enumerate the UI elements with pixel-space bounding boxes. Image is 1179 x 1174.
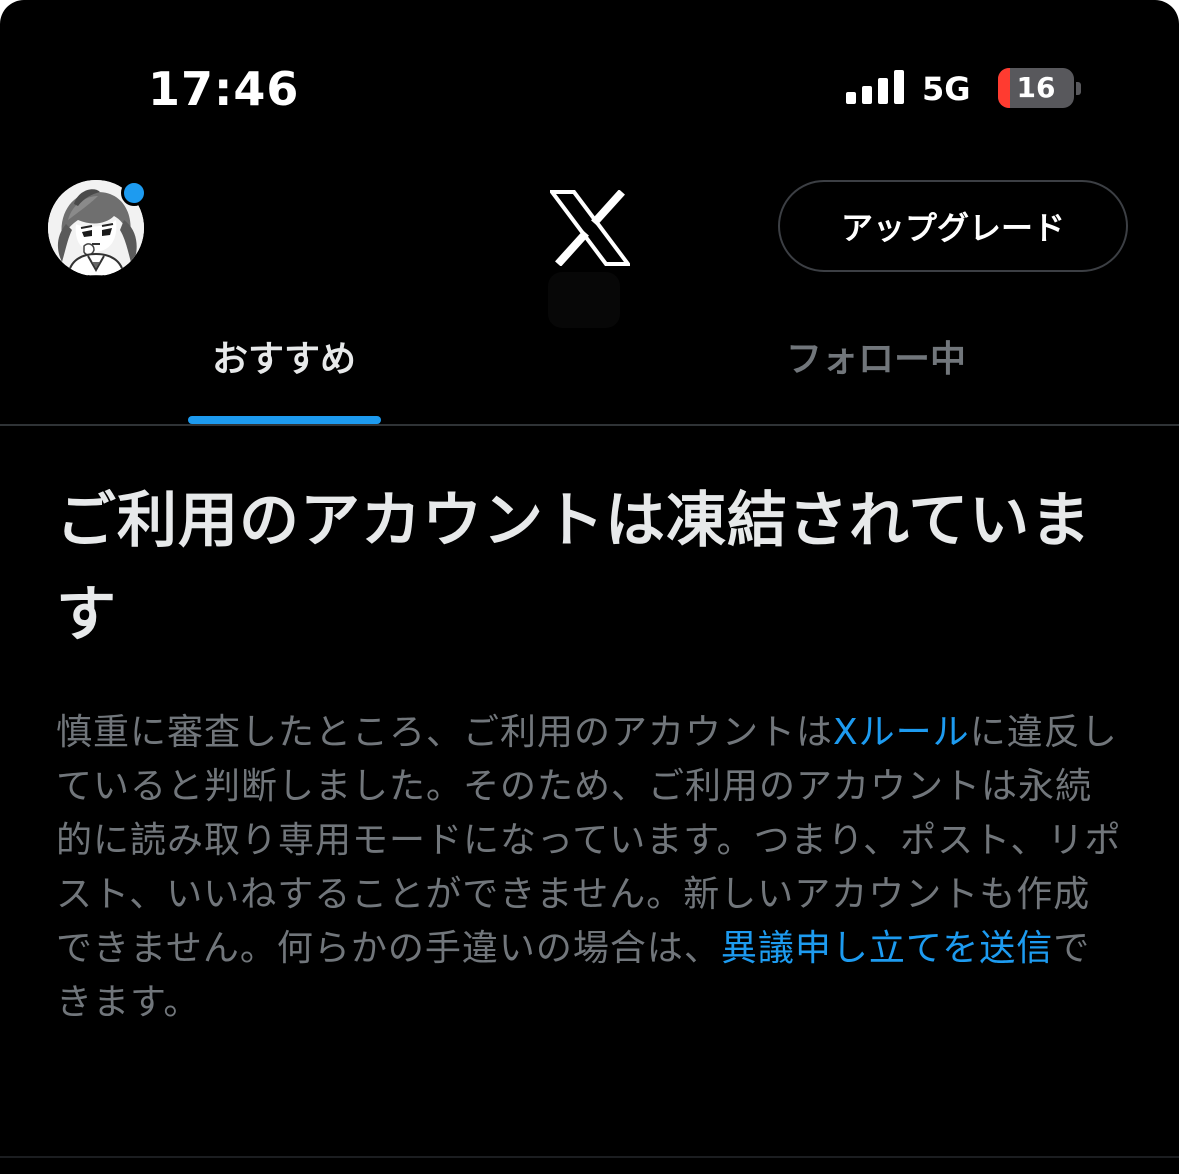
upgrade-button[interactable]: アップグレード	[778, 180, 1128, 272]
bottom-divider	[0, 1156, 1179, 1158]
notice-title: ご利用のアカウントは凍結されています	[56, 486, 1092, 650]
notice-body-intro: 慎重に審査したところ、ご利用のアカウントは	[56, 712, 834, 753]
battery-cap	[1076, 82, 1081, 95]
faded-overlay	[548, 272, 620, 328]
tab-divider	[0, 424, 1179, 426]
tab-following-label: フォロー中	[785, 339, 966, 380]
app-screen: 17:46 5G 16 アップグレード おすすめ フォロー中 ご利用のアカウント…	[0, 0, 1179, 1174]
status-time: 17:46	[148, 62, 300, 116]
x-logo-icon[interactable]	[550, 190, 630, 266]
tab-following[interactable]: フォロー中	[590, 330, 1162, 426]
appeal-link[interactable]: 異議申し立てを送信	[721, 928, 1053, 969]
network-type: 5G	[922, 70, 971, 108]
notice-body: 慎重に審査したところ、ご利用のアカウントはXルールに違反していると判断しました。…	[56, 706, 1126, 1030]
notification-dot	[121, 180, 147, 206]
battery-icon: 16	[998, 68, 1074, 108]
cellular-signal-icon	[846, 70, 906, 104]
active-tab-indicator	[188, 416, 381, 424]
x-rules-link[interactable]: Xルール	[833, 712, 970, 753]
tab-recommended-label: おすすめ	[211, 339, 356, 380]
tab-recommended[interactable]: おすすめ	[0, 330, 568, 426]
battery-level: 16	[1016, 71, 1056, 104]
